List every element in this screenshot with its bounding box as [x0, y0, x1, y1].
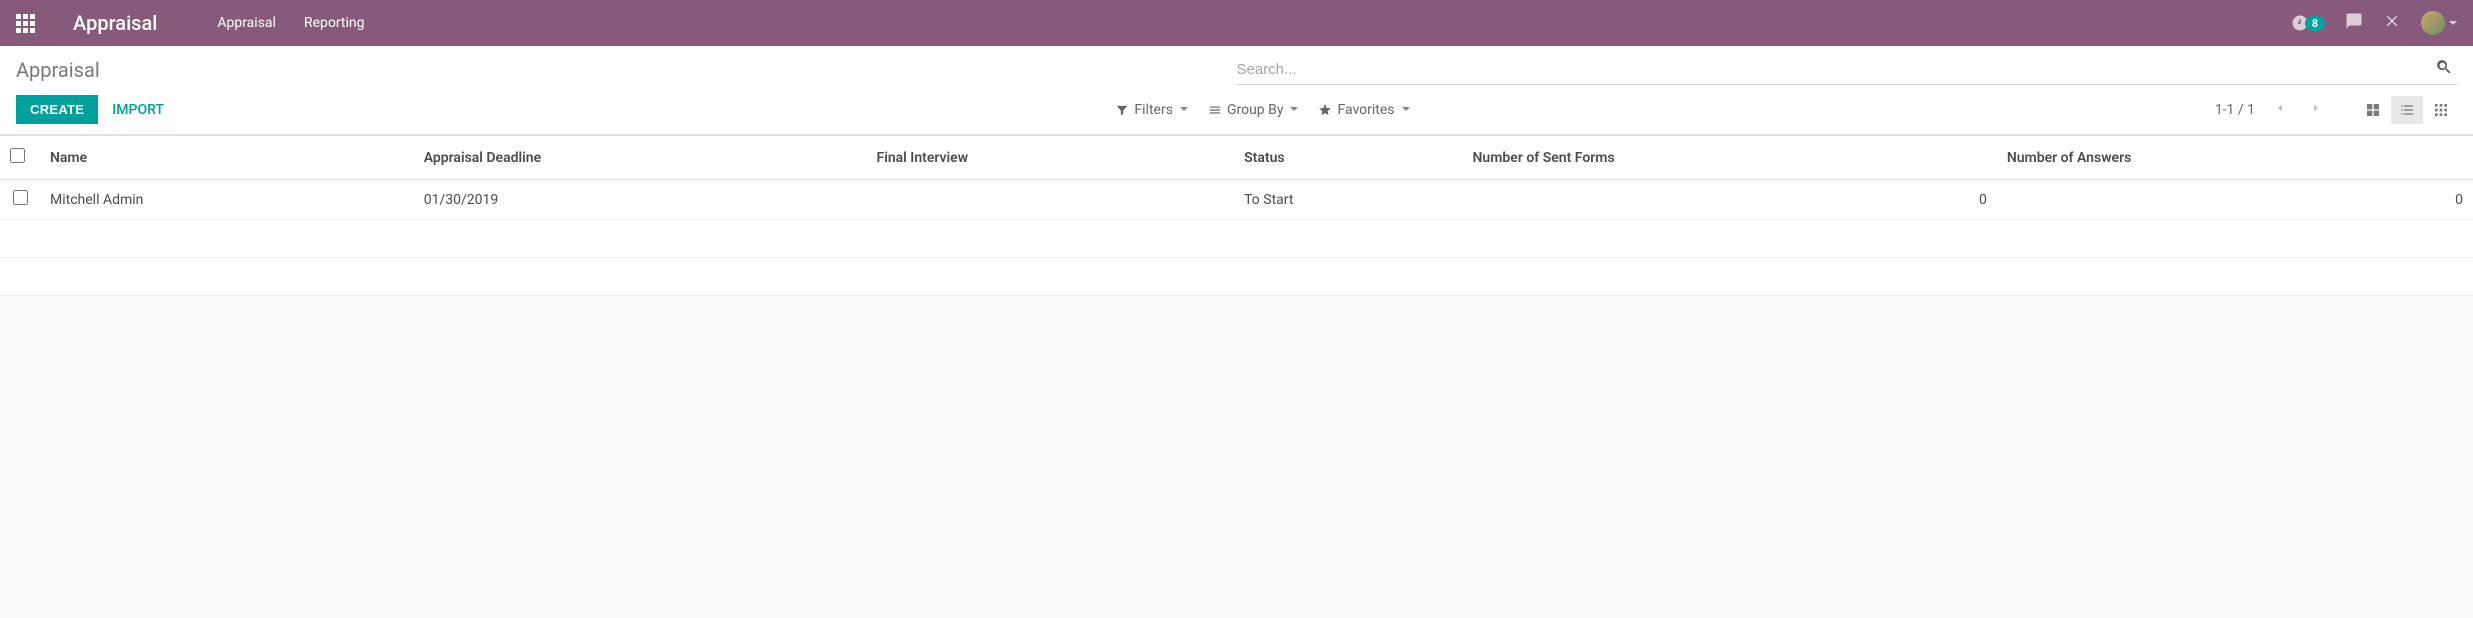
col-answers[interactable]: Number of Answers — [1997, 136, 2473, 180]
star-icon — [1318, 103, 1332, 117]
cell-sent-forms: 0 — [1463, 180, 1997, 220]
discuss-icon[interactable] — [2345, 12, 2363, 34]
pager-prev[interactable] — [2269, 99, 2291, 120]
col-deadline[interactable]: Appraisal Deadline — [414, 136, 867, 180]
col-final-interview[interactable]: Final Interview — [867, 136, 1235, 180]
search-input[interactable] — [1237, 61, 2432, 78]
col-name[interactable]: Name — [40, 136, 414, 180]
filters-dropdown[interactable]: Filters — [1115, 102, 1188, 118]
header-checkbox-cell — [0, 136, 40, 180]
avatar — [2421, 11, 2445, 35]
view-switcher — [2357, 96, 2457, 124]
col-sent-forms[interactable]: Number of Sent Forms — [1463, 136, 1997, 180]
kanban-view-button[interactable] — [2357, 96, 2389, 124]
filter-icon — [1115, 103, 1129, 117]
cross-icon[interactable] — [2383, 12, 2401, 34]
user-menu[interactable] — [2421, 11, 2457, 35]
chevron-down-icon — [1402, 107, 1410, 115]
grid-icon — [2433, 102, 2449, 118]
list-icon — [1208, 103, 1222, 117]
control-panel-right: 1-1 / 1 — [2215, 96, 2457, 124]
table-header-row: Name Appraisal Deadline Final Interview … — [0, 136, 2473, 180]
create-button[interactable]: CREATE — [16, 95, 98, 124]
search-bar[interactable] — [1237, 58, 2458, 85]
pager-text[interactable]: 1-1 / 1 — [2215, 102, 2255, 118]
breadcrumb: Appraisal — [16, 58, 1237, 82]
nav-link-appraisal[interactable]: Appraisal — [217, 15, 276, 31]
cell-deadline: 01/30/2019 — [414, 180, 867, 220]
chevron-down-icon — [1180, 107, 1188, 115]
groupby-label: Group By — [1227, 102, 1284, 118]
pager-next[interactable] — [2305, 99, 2327, 120]
chevron-down-icon — [2449, 21, 2457, 29]
list-icon — [2399, 102, 2415, 118]
activity-badge-count: 8 — [2305, 16, 2325, 31]
search-icon[interactable] — [2431, 58, 2457, 80]
activity-indicator[interactable]: 8 — [2291, 14, 2325, 32]
import-button[interactable]: IMPORT — [112, 102, 164, 118]
row-checkbox-cell — [0, 180, 40, 220]
select-all-checkbox[interactable] — [10, 148, 25, 163]
topbar-right: 8 — [2291, 11, 2457, 35]
cell-final-interview — [867, 180, 1235, 220]
cell-name: Mitchell Admin — [40, 180, 414, 220]
apps-icon[interactable] — [16, 14, 35, 33]
table-row[interactable]: Mitchell Admin 01/30/2019 To Start 0 0 — [0, 180, 2473, 220]
nav-links: Appraisal Reporting — [217, 15, 364, 31]
filters-label: Filters — [1134, 102, 1173, 118]
search-options: Filters Group By Favorites — [1115, 102, 2214, 118]
nav-link-reporting[interactable]: Reporting — [304, 15, 365, 31]
cell-status: To Start — [1234, 180, 1462, 220]
col-status[interactable]: Status — [1234, 136, 1462, 180]
favorites-label: Favorites — [1337, 102, 1394, 118]
cell-answers: 0 — [1997, 180, 2473, 220]
grid-view-button[interactable] — [2425, 96, 2457, 124]
empty-row — [0, 258, 2473, 296]
list-view-button[interactable] — [2391, 96, 2423, 124]
chevron-down-icon — [1290, 107, 1298, 115]
control-panel: Appraisal CREATE IMPORT Filters Group By — [0, 46, 2473, 135]
groupby-dropdown[interactable]: Group By — [1208, 102, 1299, 118]
empty-row — [0, 220, 2473, 258]
favorites-dropdown[interactable]: Favorites — [1318, 102, 1409, 118]
action-buttons: CREATE IMPORT — [16, 95, 1115, 124]
app-title[interactable]: Appraisal — [73, 11, 157, 35]
data-table: Name Appraisal Deadline Final Interview … — [0, 135, 2473, 296]
topbar-left: Appraisal Appraisal Reporting — [16, 11, 2291, 35]
pager: 1-1 / 1 — [2215, 99, 2327, 120]
row-checkbox[interactable] — [13, 190, 28, 205]
kanban-icon — [2365, 102, 2381, 118]
topbar: Appraisal Appraisal Reporting 8 — [0, 0, 2473, 46]
